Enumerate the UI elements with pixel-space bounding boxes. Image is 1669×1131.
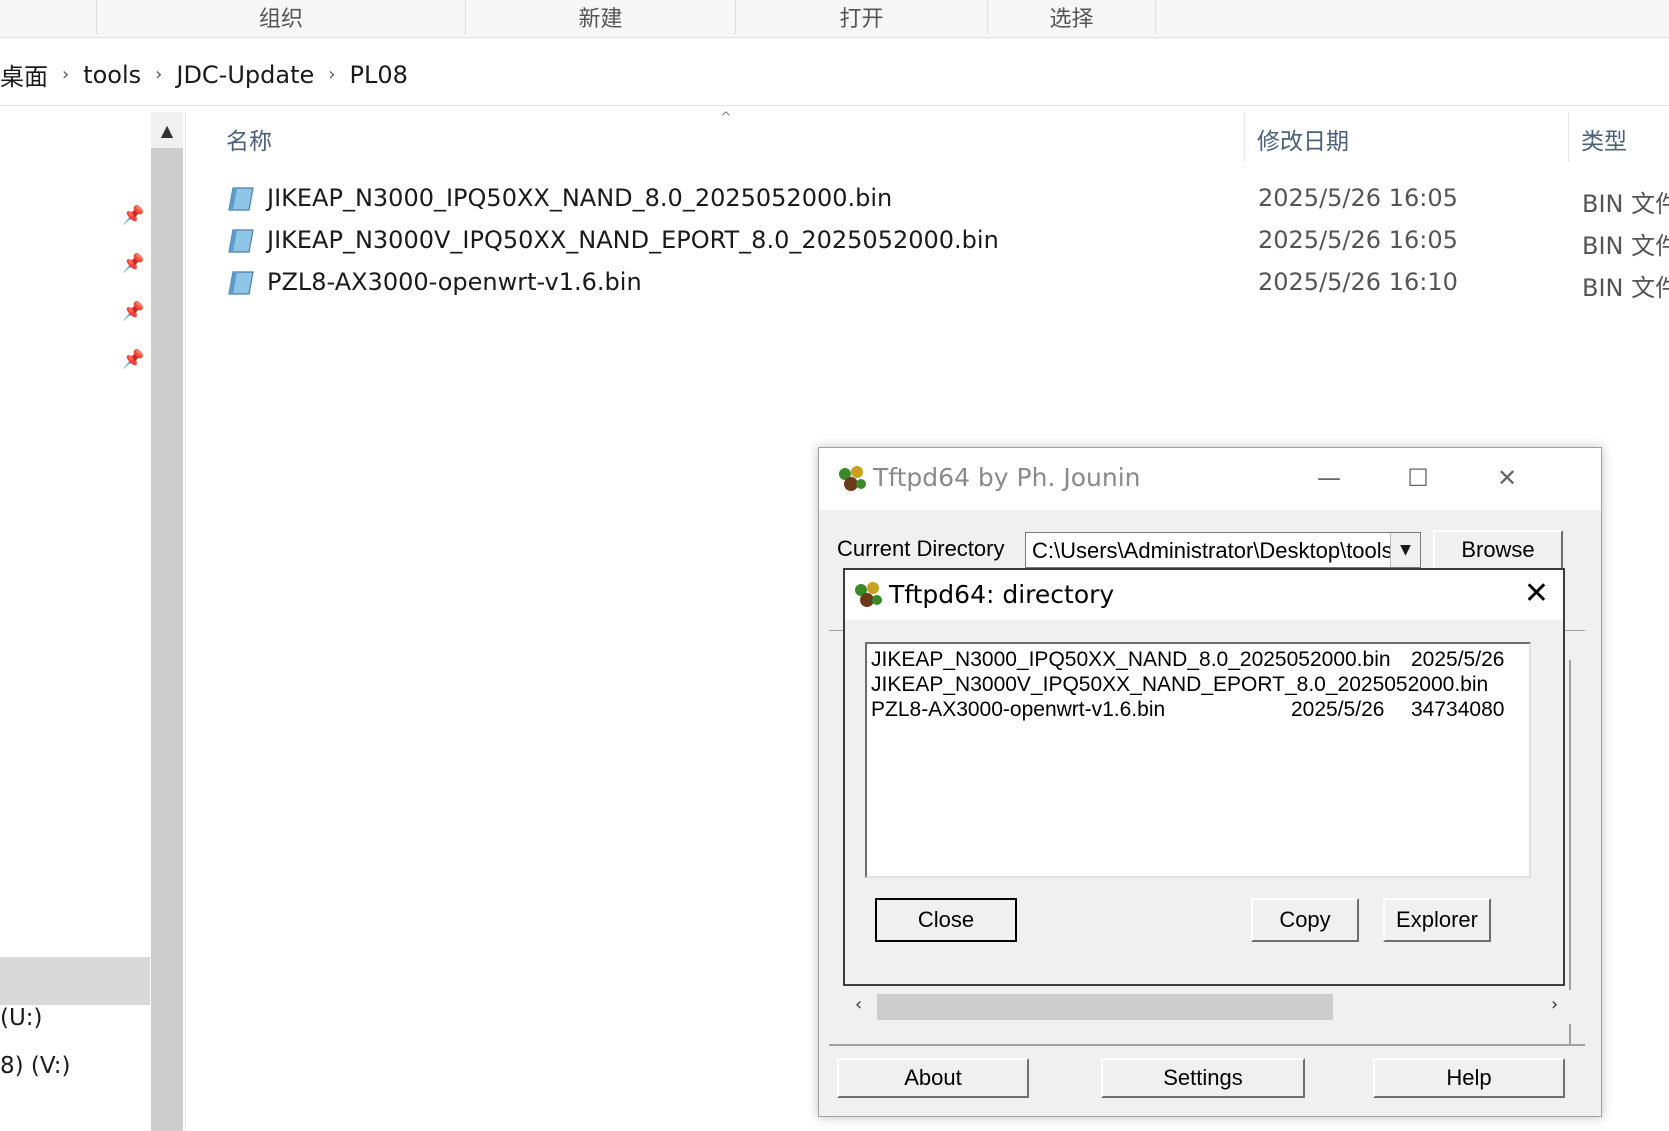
chevron-right-icon[interactable]: › — [62, 64, 69, 85]
column-divider[interactable] — [1568, 112, 1569, 162]
breadcrumb-jdc-update[interactable]: JDC-Update — [176, 61, 314, 89]
file-type: BIN 文件 — [1582, 274, 1669, 302]
navigation-pane: 📌 📌 📌 📌 (U:) 8) (V:) — [0, 107, 152, 1131]
close-icon[interactable]: ✕ — [1524, 576, 1549, 611]
file-name: JIKEAP_N3000_IPQ50XX_NAND_8.0_2025052000… — [267, 184, 893, 212]
file-row[interactable]: JIKEAP_N3000_IPQ50XX_NAND_8.0_2025052000… — [225, 180, 1669, 218]
file-modified: 2025/5/26 16:05 — [1258, 184, 1458, 212]
directory-listbox[interactable]: JIKEAP_N3000_IPQ50XX_NAND_8.0_2025052000… — [865, 642, 1531, 878]
entry-name: PZL8-AX3000-openwrt-v1.6.bin — [871, 698, 1166, 721]
scroll-up-arrow-icon[interactable]: ▲ — [151, 112, 183, 148]
nav-drive-u[interactable]: (U:) — [0, 1005, 43, 1031]
nav-drive-v[interactable]: 8) (V:) — [0, 1053, 70, 1079]
tftpd-logo-icon — [839, 466, 866, 491]
pin-icon[interactable]: 📌 — [122, 349, 144, 371]
ribbon-group-new[interactable]: 新建 — [466, 0, 736, 34]
file-modified: 2025/5/26 16:10 — [1258, 268, 1458, 296]
pane-divider[interactable] — [185, 112, 186, 1131]
settings-button[interactable]: Settings — [1101, 1058, 1305, 1098]
ribbon-group-organize[interactable]: 组织 — [96, 0, 466, 34]
directory-dialog-title: Tftpd64: directory — [889, 580, 1115, 609]
nav-scrollbar[interactable]: ▲ — [151, 112, 183, 1131]
file-modified: 2025/5/26 16:05 — [1258, 226, 1458, 254]
column-header-type[interactable]: 类型 — [1581, 122, 1627, 156]
file-row[interactable]: PZL8-AX3000-openwrt-v1.6.bin 2025/5/26 1… — [225, 264, 1669, 302]
about-button[interactable]: About — [837, 1058, 1029, 1098]
breadcrumb-desktop[interactable]: 桌面 — [0, 57, 48, 92]
list-item[interactable]: JIKEAP_N3000V_IPQ50XX_NAND_EPORT_8.0_202… — [871, 673, 1529, 699]
tftpd-title: Tftpd64 by Ph. Jounin — [873, 463, 1141, 492]
breadcrumb-tools[interactable]: tools — [83, 61, 141, 89]
entry-name: JIKEAP_N3000_IPQ50XX_NAND_8.0_2025052000… — [871, 648, 1391, 671]
minimize-icon[interactable]: — — [1307, 458, 1351, 498]
help-button[interactable]: Help — [1373, 1058, 1565, 1098]
column-header-name[interactable]: 名称 — [226, 122, 272, 156]
scrollbar-thumb[interactable] — [877, 994, 1333, 1020]
list-item[interactable]: PZL8-AX3000-openwrt-v1.6.bin 2025/5/26 3… — [871, 698, 1529, 724]
scroll-left-arrow-icon[interactable]: ‹ — [855, 994, 862, 1015]
tab-frame — [1569, 660, 1571, 1044]
close-icon[interactable]: ✕ — [1485, 458, 1529, 498]
directory-dialog-title-bar[interactable]: Tftpd64: directory — [845, 570, 1563, 620]
entry-size: 34734080 — [1411, 698, 1505, 721]
copy-button[interactable]: Copy — [1251, 898, 1359, 942]
pin-icon[interactable]: 📌 — [122, 205, 144, 227]
log-horizontal-scrollbar[interactable]: ‹ › — [851, 990, 1573, 1024]
nav-selected-item[interactable] — [0, 957, 150, 1005]
tftpd-logo-icon — [855, 582, 882, 607]
current-directory-value: C:\Users\Administrator\Desktop\tools — [1032, 538, 1392, 563]
list-item[interactable]: JIKEAP_N3000_IPQ50XX_NAND_8.0_2025052000… — [871, 648, 1529, 674]
explorer-button[interactable]: Explorer — [1383, 898, 1491, 942]
bin-file-icon — [228, 271, 254, 295]
bin-file-icon — [228, 229, 254, 253]
ribbon: 组织 新建 打开 选择 — [0, 0, 1669, 38]
file-row[interactable]: JIKEAP_N3000V_IPQ50XX_NAND_EPORT_8.0_202… — [225, 222, 1669, 260]
pin-icon[interactable]: 📌 — [122, 301, 144, 323]
column-divider[interactable] — [1244, 112, 1245, 162]
tftpd-title-bar[interactable]: Tftpd64 by Ph. Jounin — ☐ ✕ — [819, 448, 1601, 510]
bin-file-icon — [228, 187, 254, 211]
dropdown-arrow-icon[interactable]: ▼ — [1390, 533, 1420, 567]
chevron-right-icon[interactable]: › — [155, 64, 162, 85]
file-type: BIN 文件 — [1582, 232, 1669, 260]
directory-dialog: Tftpd64: directory ✕ JIKEAP_N3000_IPQ50X… — [843, 568, 1565, 986]
current-directory-combo[interactable]: C:\Users\Administrator\Desktop\tools ▼ — [1025, 532, 1421, 568]
file-name: PZL8-AX3000-openwrt-v1.6.bin — [267, 268, 642, 296]
close-button[interactable]: Close — [875, 898, 1017, 942]
ribbon-group-select[interactable]: 选择 — [988, 0, 1156, 34]
chevron-right-icon[interactable]: › — [328, 64, 335, 85]
tab-frame — [829, 1044, 1585, 1046]
entry-name: JIKEAP_N3000V_IPQ50XX_NAND_EPORT_8.0_202… — [871, 673, 1489, 696]
sort-ascending-icon: ^ — [720, 110, 732, 126]
scroll-right-arrow-icon[interactable]: › — [1551, 994, 1558, 1015]
maximize-icon[interactable]: ☐ — [1396, 458, 1440, 498]
entry-date: 2025/5/26 — [1291, 698, 1385, 721]
breadcrumb-pl08[interactable]: PL08 — [349, 61, 407, 89]
file-type: BIN 文件 — [1582, 190, 1669, 218]
browse-button[interactable]: Browse — [1433, 530, 1563, 570]
entry-date: 2025/5/26 — [1411, 648, 1505, 671]
column-header-modified[interactable]: 修改日期 — [1257, 122, 1349, 156]
ribbon-group-open[interactable]: 打开 — [736, 0, 988, 34]
current-directory-label: Current Directory — [837, 536, 1005, 561]
file-name: JIKEAP_N3000V_IPQ50XX_NAND_EPORT_8.0_202… — [267, 226, 999, 254]
address-bar[interactable]: 桌面 › tools › JDC-Update › PL08 — [0, 44, 1669, 106]
pin-icon[interactable]: 📌 — [122, 253, 144, 275]
